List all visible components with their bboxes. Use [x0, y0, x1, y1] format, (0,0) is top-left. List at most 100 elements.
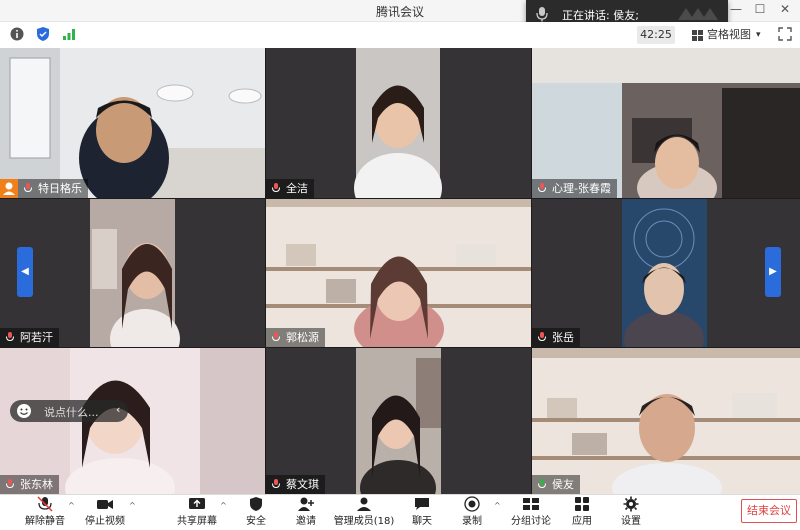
video-grid: 特日格乐 全洁 心理-张春霞 ◀ 阿若汗 郭松源 ▶ 张岳 张东林 蔡文琪 侯友…	[0, 48, 800, 494]
chat-placeholder: 说点什么...	[44, 406, 99, 419]
microphone-icon	[538, 332, 546, 342]
fullscreen-icon[interactable]	[777, 26, 793, 42]
camera-icon	[97, 500, 113, 509]
video-tile[interactable]: 郭松源	[266, 199, 531, 347]
settings-button[interactable]: 设置	[611, 495, 651, 530]
chevron-up-icon[interactable]: ^	[494, 501, 501, 510]
participant-nameplate: 全洁	[266, 179, 314, 198]
breakout-rooms-button[interactable]: 分组讨论	[508, 495, 554, 530]
gear-icon	[623, 496, 639, 512]
next-page-button[interactable]: ▶	[765, 247, 781, 297]
apps-button[interactable]: 应用	[562, 495, 602, 530]
participant-nameplate: 特日格乐	[18, 179, 88, 198]
participant-name: 蔡文琪	[286, 478, 319, 491]
emoji-icon[interactable]	[16, 403, 32, 419]
invite-button[interactable]: 邀请	[286, 495, 326, 530]
microphone-icon	[272, 332, 280, 342]
share-screen-button[interactable]: 共享屏幕	[172, 495, 222, 530]
shield-icon	[250, 497, 262, 511]
collapse-icon[interactable]: ‹	[116, 403, 120, 416]
microphone-icon	[538, 183, 546, 193]
microphone-icon	[24, 183, 32, 193]
previous-page-button[interactable]: ◀	[17, 247, 33, 297]
security-button[interactable]: 安全	[236, 495, 276, 530]
stop-video-button[interactable]: 停止视频	[80, 495, 130, 530]
end-meeting-button[interactable]: 结束会议	[741, 499, 797, 523]
video-tile[interactable]: 心理-张春霞	[532, 48, 800, 198]
chevron-up-icon[interactable]: ^	[68, 501, 75, 510]
participant-nameplate: 张东林	[0, 475, 59, 494]
participant-name: 心理-张春霞	[552, 182, 611, 195]
grid-icon	[692, 30, 703, 41]
participant-nameplate: 阿若汗	[0, 328, 59, 347]
share-screen-label: 共享屏幕	[177, 516, 217, 527]
microphone-icon	[6, 479, 14, 489]
share-screen-icon	[189, 498, 205, 509]
unmute-button[interactable]: 解除静音	[20, 495, 70, 530]
participant-name: 全洁	[286, 182, 308, 195]
manage-members-button[interactable]: 管理成员(18)	[333, 495, 395, 530]
participant-nameplate: 蔡文琪	[266, 475, 325, 494]
microphone-icon	[6, 332, 14, 342]
chat-icon	[415, 498, 429, 510]
invite-label: 邀请	[296, 516, 316, 527]
portrait-scene	[266, 48, 531, 198]
chevron-up-icon[interactable]: ^	[220, 501, 227, 510]
record-button[interactable]: 录制	[452, 495, 492, 530]
view-label: 宫格视图	[707, 28, 751, 41]
video-tile[interactable]: 特日格乐	[0, 48, 265, 198]
chevron-down-icon: ▾	[756, 30, 761, 40]
meeting-info-bar: 42:25 宫格视图 ▾	[0, 22, 800, 48]
participant-nameplate: 心理-张春霞	[532, 179, 617, 198]
unmute-label: 解除静音	[25, 516, 65, 527]
chat-label: 聊天	[412, 516, 432, 527]
participant-name: 张岳	[552, 331, 574, 344]
shield-icon[interactable]	[35, 26, 51, 42]
microphone-icon	[538, 479, 546, 489]
participant-name: 特日格乐	[38, 182, 82, 195]
bookshelf-scene	[532, 348, 800, 494]
speaking-label: 正在讲话: 侯友;	[562, 9, 639, 22]
security-label: 安全	[246, 516, 266, 527]
manage-members-label: 管理成员(18)	[333, 516, 395, 527]
video-tile[interactable]: ◀ 阿若汗	[0, 199, 265, 347]
microphone-icon	[272, 479, 280, 489]
active-speaker-tile[interactable]: 侯友	[532, 348, 800, 494]
bottom-toolbar: 解除静音 ^ 停止视频 ^ 共享屏幕 ^ 安全 邀请 管理成员(18) 聊天 录…	[0, 494, 800, 529]
signal-icon[interactable]	[61, 26, 77, 42]
info-icon[interactable]	[9, 26, 25, 42]
participant-nameplate: 郭松源	[266, 328, 325, 347]
settings-label: 设置	[621, 516, 641, 527]
participant-name: 郭松源	[286, 331, 319, 344]
portrait-scene	[532, 199, 800, 347]
microphone-muted-icon	[37, 496, 53, 512]
participant-nameplate: 侯友	[532, 475, 580, 494]
portrait-scene	[0, 199, 265, 347]
apps-icon	[575, 497, 589, 511]
add-user-icon	[298, 497, 314, 511]
close-button[interactable]: ✕	[776, 2, 794, 16]
microphone-icon	[272, 183, 280, 193]
meeting-timer: 42:25	[637, 26, 675, 44]
chevron-right-icon: ▶	[769, 266, 777, 277]
chevron-up-icon[interactable]: ^	[129, 501, 136, 510]
watermark-logo	[678, 8, 718, 20]
video-tile[interactable]: ▶ 张岳	[532, 199, 800, 347]
maximize-button[interactable]: ☐	[751, 2, 769, 16]
minimize-button[interactable]: —	[727, 2, 745, 16]
apps-label: 应用	[572, 516, 592, 527]
video-tile[interactable]: 全洁	[266, 48, 531, 198]
record-label: 录制	[462, 516, 482, 527]
quick-chat-input[interactable]: 说点什么... ‹	[10, 400, 128, 422]
video-tile[interactable]: 蔡文琪	[266, 348, 531, 494]
chevron-left-icon: ◀	[21, 266, 29, 277]
microphone-icon	[536, 7, 548, 22]
portrait-scene	[266, 348, 531, 494]
breakout-icon	[523, 498, 539, 510]
chat-button[interactable]: 聊天	[402, 495, 442, 530]
participant-name: 阿若汗	[20, 331, 53, 344]
grid-view-toggle[interactable]: 宫格视图 ▾	[686, 26, 766, 44]
participant-name: 侯友	[552, 478, 574, 491]
breakout-label: 分组讨论	[511, 516, 551, 527]
members-icon	[357, 497, 371, 511]
